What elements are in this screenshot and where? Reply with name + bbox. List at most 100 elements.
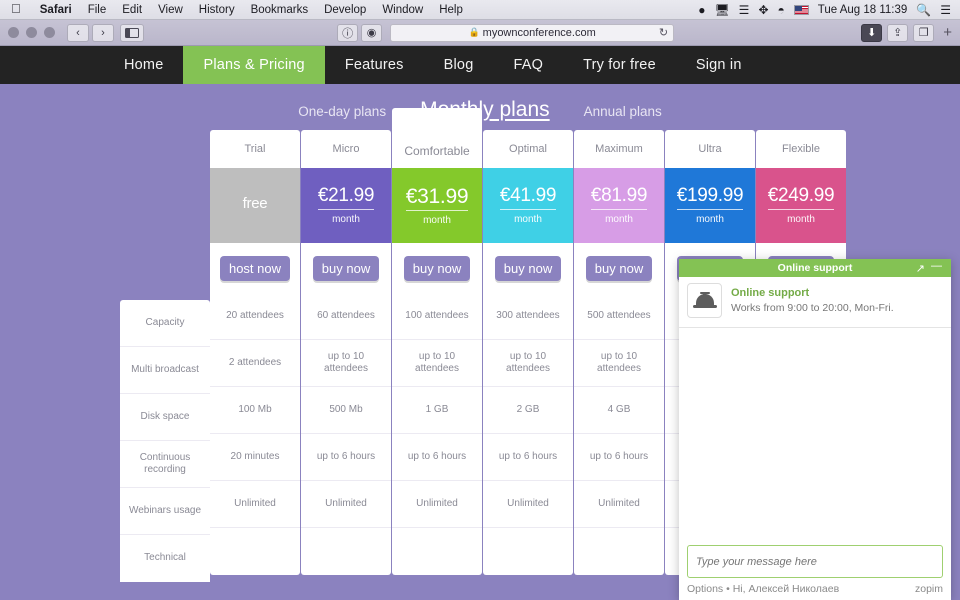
plan-period: month — [423, 215, 451, 227]
downloads-button[interactable]: ⬇ — [861, 23, 883, 42]
feature-value-webinars-usage: Unlimited — [483, 481, 573, 528]
plan-price: €199.99 — [676, 185, 744, 210]
plan-name: Maximum — [574, 130, 664, 168]
apple-icon[interactable]:  — [0, 2, 32, 15]
menu-item-history[interactable]: History — [191, 4, 243, 16]
plan-price-block: €199.99 month — [665, 168, 755, 243]
site-navigation: Home Plans & Pricing Features Blog FAQ T… — [0, 46, 960, 84]
address-bar[interactable]: 🔒 myownconference.com ↻ — [390, 23, 675, 42]
nav-item-try-for-free[interactable]: Try for free — [563, 46, 676, 84]
plan-name: Optimal — [483, 130, 573, 168]
nav-item-home[interactable]: Home — [104, 46, 183, 84]
dropbox-icon[interactable]: ● — [698, 4, 705, 16]
back-button[interactable]: ‹ — [67, 23, 89, 42]
menu-item-window[interactable]: Window — [374, 4, 431, 16]
zoom-window-button[interactable] — [44, 27, 55, 38]
reader-group: ⓘ ◉ — [337, 23, 383, 42]
displays-icon[interactable]: 🖥 — [714, 4, 729, 16]
show-tabs-button[interactable]: ❐ — [913, 23, 935, 42]
buy-now-button[interactable]: buy now — [494, 255, 562, 281]
mac-menu-bar:  Safari File Edit View History Bookmark… — [0, 0, 960, 20]
address-bar-url: myownconference.com — [482, 26, 596, 39]
chat-title-bar[interactable]: Online support ↗ — — [679, 259, 951, 277]
web-page: Home Plans & Pricing Features Blog FAQ T… — [0, 46, 960, 600]
chat-footer: Options • Hi, Алексей Николаев zopim — [679, 580, 951, 600]
reload-icon[interactable]: ↻ — [659, 26, 668, 39]
menu-item-edit[interactable]: Edit — [114, 4, 150, 16]
plan-period: month — [605, 213, 633, 225]
plan-features: 500 attendees up to 10 attendees 4 GB up… — [574, 293, 664, 575]
plan-button-row: buy now — [483, 243, 573, 293]
tab-one-day-plans[interactable]: One-day plans — [298, 104, 386, 119]
feature-value-continuous-recording: up to 6 hours — [574, 434, 664, 481]
menu-item-view[interactable]: View — [150, 4, 191, 16]
online-support-chat-widget[interactable]: Online support ↗ — Online support Works … — [679, 259, 951, 600]
feature-value-technical — [210, 528, 300, 575]
wifi-icon[interactable]: ◓ — [778, 4, 785, 16]
menu-item-help[interactable]: Help — [431, 4, 471, 16]
notification-center-icon[interactable]: ☰ — [940, 4, 951, 16]
buy-now-button[interactable]: buy now — [312, 255, 380, 281]
feature-value-webinars-usage: Unlimited — [392, 481, 482, 528]
forward-button[interactable]: › — [92, 23, 114, 42]
plan-card-maximum[interactable]: Maximum €81.99 month buy now 500 attende… — [574, 130, 664, 575]
plan-period: month — [696, 213, 724, 225]
nav-item-plans-pricing[interactable]: Plans & Pricing — [183, 46, 325, 84]
plan-period: month — [514, 213, 542, 225]
search-icon[interactable]: 🔍 — [916, 4, 931, 16]
feature-value-technical — [483, 528, 573, 575]
us-flag-icon[interactable] — [793, 4, 809, 15]
plan-button-row: buy now — [392, 243, 482, 293]
feature-label: Capacity — [120, 300, 210, 347]
plan-card-comfortable[interactable]: Comfortable €31.99 month buy now 100 att… — [392, 108, 482, 575]
menu-item-safari[interactable]: Safari — [32, 4, 80, 16]
menu-bar-status-area: ● 🖥 ☰ ✥ ◓ Tue Aug 18 11:39 🔍 ☰ — [698, 4, 960, 16]
new-tab-button[interactable]: + — [939, 24, 952, 41]
chat-greeting: Hi, Алексей Николаев — [732, 583, 840, 595]
chat-message-area — [679, 328, 951, 539]
zopim-brand[interactable]: zopim — [915, 583, 943, 595]
share-button[interactable]: ⇪ — [887, 23, 909, 42]
host-now-button[interactable]: host now — [219, 255, 291, 281]
nav-item-sign-in[interactable]: Sign in — [676, 46, 762, 84]
minimize-window-button[interactable] — [26, 27, 37, 38]
feature-value-capacity: 20 attendees — [210, 293, 300, 340]
buy-now-button[interactable]: buy now — [585, 255, 653, 281]
feature-value-disk-space: 2 GB — [483, 387, 573, 434]
plan-price-block: €31.99 month — [392, 168, 482, 243]
tab-annual-plans[interactable]: Annual plans — [584, 104, 662, 119]
menu-item-file[interactable]: File — [80, 4, 115, 16]
buy-now-button[interactable]: buy now — [403, 255, 471, 281]
plan-period: month — [787, 213, 815, 225]
1password-button[interactable]: ◉ — [361, 23, 383, 42]
plan-card-trial[interactable]: Trial free host now 20 attendees 2 atten… — [210, 130, 300, 575]
chat-options-link[interactable]: Options — [687, 583, 723, 595]
minimize-icon[interactable]: — — [931, 260, 942, 272]
sidebar-toggle-button[interactable] — [120, 23, 144, 42]
plan-card-optimal[interactable]: Optimal €41.99 month buy now 300 attende… — [483, 130, 573, 575]
reader-button[interactable]: ⓘ — [337, 23, 359, 42]
expand-arrow-icon[interactable]: ↗ — [916, 262, 925, 275]
feature-value-continuous-recording: 20 minutes — [210, 434, 300, 481]
nav-item-blog[interactable]: Blog — [424, 46, 494, 84]
service-bell-icon — [687, 283, 722, 318]
chat-agent-hours: Works from 9:00 to 20:00, Mon-Fri. — [731, 301, 894, 314]
plan-button-row: host now — [210, 243, 300, 293]
bluetooth-icon[interactable]: ✥ — [758, 4, 768, 16]
nav-item-features[interactable]: Features — [325, 46, 424, 84]
plan-features: 300 attendees up to 10 attendees 2 GB up… — [483, 293, 573, 575]
sidebar-icon — [125, 27, 139, 38]
nav-item-faq[interactable]: FAQ — [493, 46, 563, 84]
menu-item-develop[interactable]: Develop — [316, 4, 374, 16]
feature-value-disk-space: 100 Mb — [210, 387, 300, 434]
plan-price-block: €41.99 month — [483, 168, 573, 243]
chat-message-input[interactable] — [687, 545, 943, 578]
feature-value-multi-broadcast: 2 attendees — [210, 340, 300, 387]
menu-item-bookmarks[interactable]: Bookmarks — [243, 4, 317, 16]
menu-bar-clock[interactable]: Tue Aug 18 11:39 — [818, 4, 908, 16]
equalizer-icon[interactable]: ☰ — [739, 4, 750, 16]
feature-value-continuous-recording: up to 6 hours — [392, 434, 482, 481]
close-window-button[interactable] — [8, 27, 19, 38]
navigation-buttons: ‹ › — [67, 23, 114, 42]
plan-card-micro[interactable]: Micro €21.99 month buy now 60 attendees … — [301, 130, 391, 575]
